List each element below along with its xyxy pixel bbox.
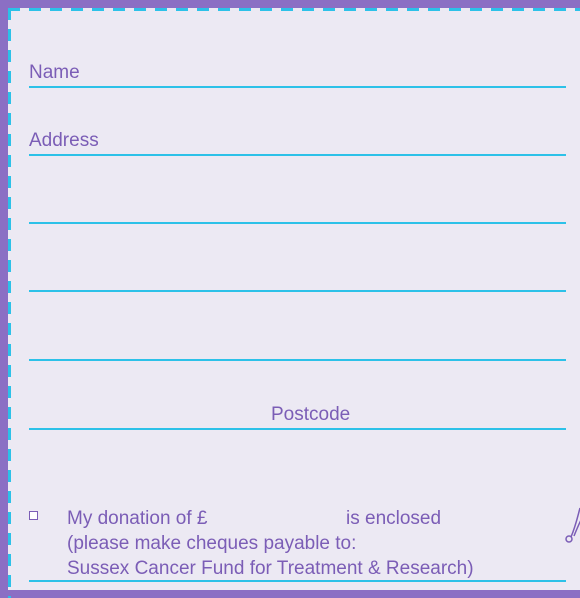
donation-suffix: is enclosed — [346, 508, 442, 529]
donation-form: Name Address Postcode My donation of £ i… — [8, 8, 580, 598]
address-field-line-2[interactable] — [29, 222, 566, 224]
donation-line — [29, 580, 566, 582]
cut-line-left — [8, 8, 11, 598]
address-field-line-3[interactable] — [29, 290, 566, 292]
cut-line-top — [8, 8, 580, 11]
address-field-line-4[interactable] — [29, 359, 566, 361]
name-field[interactable] — [29, 86, 566, 88]
donation-checkbox[interactable] — [29, 511, 38, 520]
donation-prefix: My donation of £ — [67, 508, 208, 529]
address-label: Address — [29, 130, 99, 151]
instruction-line-2: Sussex Cancer Fund for Treatment & Resea… — [67, 558, 474, 579]
postcode-label: Postcode — [271, 404, 351, 425]
instruction-line-1: (please make cheques payable to: — [67, 533, 357, 554]
postcode-field[interactable] — [29, 428, 566, 430]
address-field-line-1[interactable] — [29, 154, 566, 156]
name-label: Name — [29, 62, 80, 83]
donation-text: My donation of £ is enclosed (please mak… — [67, 506, 474, 581]
scissors-icon — [564, 505, 580, 545]
